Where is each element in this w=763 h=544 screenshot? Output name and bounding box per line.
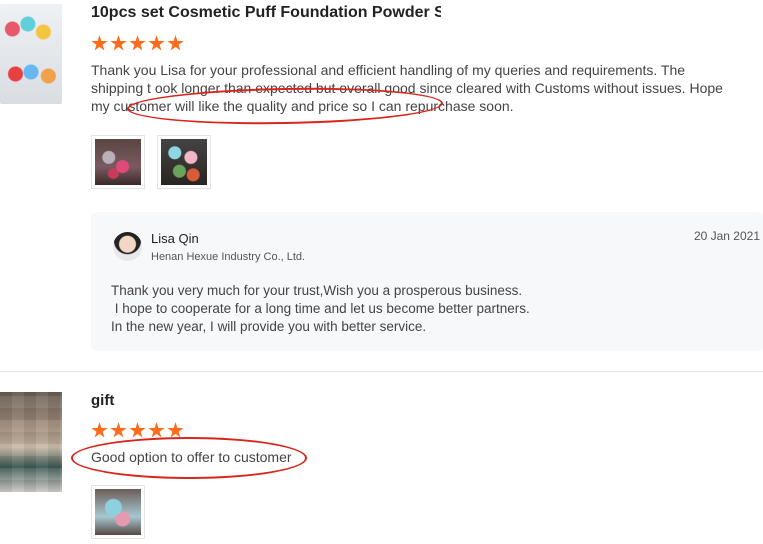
review-photo-thumbnail[interactable] <box>91 135 145 189</box>
star-icon <box>91 422 108 438</box>
reply-line: Thank you very much for your trust,Wish … <box>111 283 523 298</box>
product-title[interactable]: 10pcs set Cosmetic Puff Foundation Powde… <box>91 4 441 22</box>
star-icon <box>167 35 184 51</box>
star-icon <box>110 422 127 438</box>
star-icon <box>167 422 184 438</box>
review-photo-thumbnail[interactable] <box>157 135 211 189</box>
reply-line: I hope to cooperate for a long time and … <box>111 301 530 316</box>
rating-stars <box>91 422 184 439</box>
review-divider <box>0 371 763 372</box>
rating-stars <box>91 35 184 52</box>
seller-avatar <box>113 232 142 261</box>
star-icon <box>110 35 127 51</box>
review-text: Thank you Lisa for your professional and… <box>91 62 723 114</box>
review-photo-thumbnail[interactable] <box>91 485 145 539</box>
star-icon <box>129 422 146 438</box>
star-icon <box>129 35 146 51</box>
star-icon <box>148 422 165 438</box>
review-text: Good option to offer to customer <box>91 449 292 465</box>
star-icon <box>148 35 165 51</box>
reviewer-avatar-pixelated <box>0 392 62 492</box>
reply-line: In the new year, I will provide you with… <box>111 319 427 334</box>
product-image[interactable] <box>0 4 62 104</box>
seller-company: Henan Hexue Industry Co., Ltd. <box>151 251 306 263</box>
seller-name: Lisa Qin <box>151 231 199 246</box>
reviewer-name: gift <box>91 392 115 409</box>
seller-reply-text: Thank you very much for your trust,Wish … <box>111 282 711 336</box>
star-icon <box>91 35 108 51</box>
reply-date: 20 Jan 2021 <box>693 229 760 243</box>
